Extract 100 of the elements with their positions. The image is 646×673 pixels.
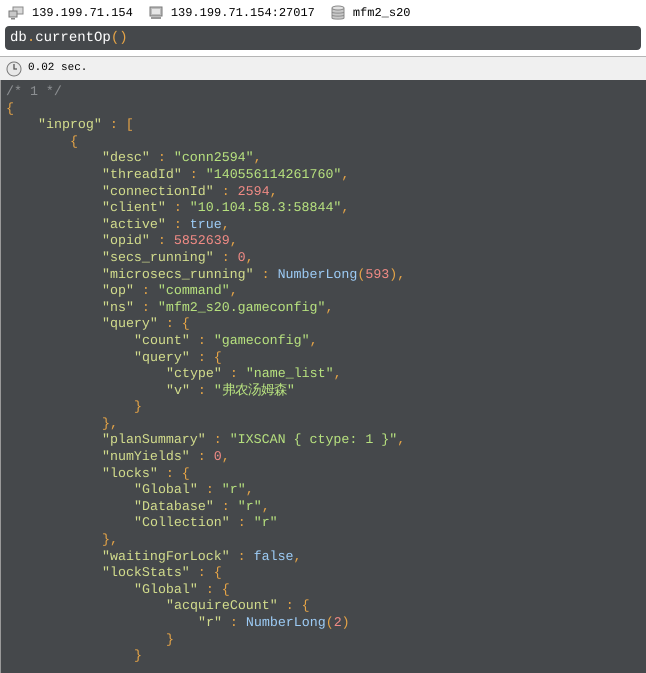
number-value: 2594	[238, 184, 270, 200]
string-value: "command"	[158, 283, 230, 300]
punctuation: ,	[246, 250, 254, 267]
punctuation: ,	[222, 216, 230, 234]
json-key: "Collection"	[134, 515, 230, 532]
json-key: "Global"	[134, 482, 198, 499]
json-key: "threadId"	[102, 166, 182, 184]
json-key: "query"	[102, 316, 158, 333]
json-key: "op"	[102, 283, 134, 300]
network-computer-icon	[8, 6, 24, 20]
punctuation: :	[156, 150, 167, 167]
json-key: "query"	[134, 350, 190, 366]
punctuation: ,	[341, 200, 350, 217]
punctuation: },	[102, 416, 118, 432]
punctuation: :	[236, 548, 247, 566]
identifier: db	[10, 28, 27, 48]
punctuation: : {	[196, 565, 222, 582]
literal-value: NumberLong	[246, 615, 326, 632]
string-value: "r"	[254, 515, 278, 532]
punctuation: : {	[164, 466, 190, 482]
punctuation: :	[172, 216, 183, 234]
punctuation: ,	[294, 548, 302, 566]
punctuation: {	[70, 134, 78, 150]
punctuation: :	[156, 233, 167, 250]
comment: /* 1 */	[6, 84, 62, 101]
punctuation: : {	[164, 316, 190, 333]
punctuation: :	[172, 200, 183, 217]
punctuation: {	[6, 100, 14, 118]
string-value: "弗农汤姆森"	[214, 382, 295, 400]
punctuation: : {	[196, 350, 222, 366]
json-key: "lockStats"	[102, 565, 190, 582]
punctuation: :	[140, 300, 151, 316]
punctuation: : [	[108, 117, 134, 134]
json-key: "active"	[102, 216, 166, 234]
string-value: "r"	[238, 498, 262, 516]
server-address: 139.199.71.154:27017	[170, 5, 315, 22]
json-key: "Database"	[134, 498, 214, 516]
punctuation: ,	[334, 366, 342, 383]
literal-value: false	[254, 548, 294, 566]
punctuation: ,	[270, 184, 278, 200]
punctuation: : {	[204, 582, 230, 598]
monitor-icon	[148, 6, 163, 20]
punctuation: }	[134, 399, 142, 416]
punctuation: ,	[246, 482, 254, 499]
punctuation: }	[134, 648, 142, 665]
json-key: "ns"	[102, 300, 134, 316]
punctuation: :	[220, 184, 231, 200]
json-key: "opid"	[102, 233, 150, 250]
punctuation: ,	[341, 166, 350, 184]
punctuation: :	[236, 515, 247, 532]
database-name: mfm2_s20	[352, 5, 410, 22]
literal-value: NumberLong	[278, 266, 358, 284]
string-value: "gameconfig"	[214, 332, 310, 350]
json-key: "locks"	[102, 466, 158, 482]
json-key: "count"	[134, 332, 190, 350]
punctuation: ,	[222, 449, 230, 466]
number-value: 5852639	[174, 233, 230, 250]
json-key: "Global"	[134, 582, 198, 598]
json-key: "waitingForLock"	[102, 548, 230, 566]
punctuation: : {	[284, 598, 310, 615]
json-key: "desc"	[102, 150, 150, 167]
punctuation: )	[342, 615, 350, 632]
number-value: 593	[365, 266, 390, 284]
number-value: 0	[238, 250, 246, 267]
number-value: 2	[334, 615, 342, 632]
punctuation: ,	[254, 150, 262, 167]
database-icon	[330, 5, 345, 21]
punctuation: ,	[230, 283, 238, 300]
string-value: "name_list"	[246, 366, 334, 383]
json-key: "r"	[198, 615, 222, 632]
string-value: "IXSCAN { ctype: 1 }"	[230, 432, 398, 450]
string-value: "10.104.58.3:58844"	[190, 200, 342, 217]
punctuation: :	[220, 250, 231, 267]
punctuation: ()	[110, 28, 128, 48]
literal-value: true	[190, 216, 222, 234]
string-value: "140556114261760"	[206, 166, 342, 184]
json-key: "planSummary"	[102, 432, 206, 450]
punctuation: (	[326, 615, 334, 632]
punctuation: }	[166, 632, 174, 648]
punctuation: :	[260, 266, 271, 284]
punctuation: (	[357, 266, 366, 284]
punctuation: :	[220, 498, 231, 516]
json-key: "secs_running"	[102, 250, 214, 267]
punctuation: :	[196, 382, 207, 400]
punctuation: :	[204, 482, 215, 499]
identifier: currentOp	[35, 28, 111, 48]
query-editor[interactable]: db.currentOp()	[5, 26, 641, 50]
punctuation: :	[140, 283, 151, 300]
host-address: 139.199.71.154	[32, 5, 133, 22]
string-value: "conn2594"	[174, 150, 254, 167]
json-key: "client"	[102, 200, 166, 217]
json-key: "microsecs_running"	[102, 266, 254, 284]
number-value: 0	[214, 449, 222, 466]
punctuation: ,	[397, 432, 406, 450]
punctuation: },	[102, 532, 118, 549]
json-key: "v"	[166, 382, 190, 400]
json-key: "numYields"	[102, 449, 190, 466]
string-value: "r"	[222, 482, 246, 499]
punctuation: :	[196, 332, 207, 350]
json-key: "connectionId"	[102, 184, 214, 200]
